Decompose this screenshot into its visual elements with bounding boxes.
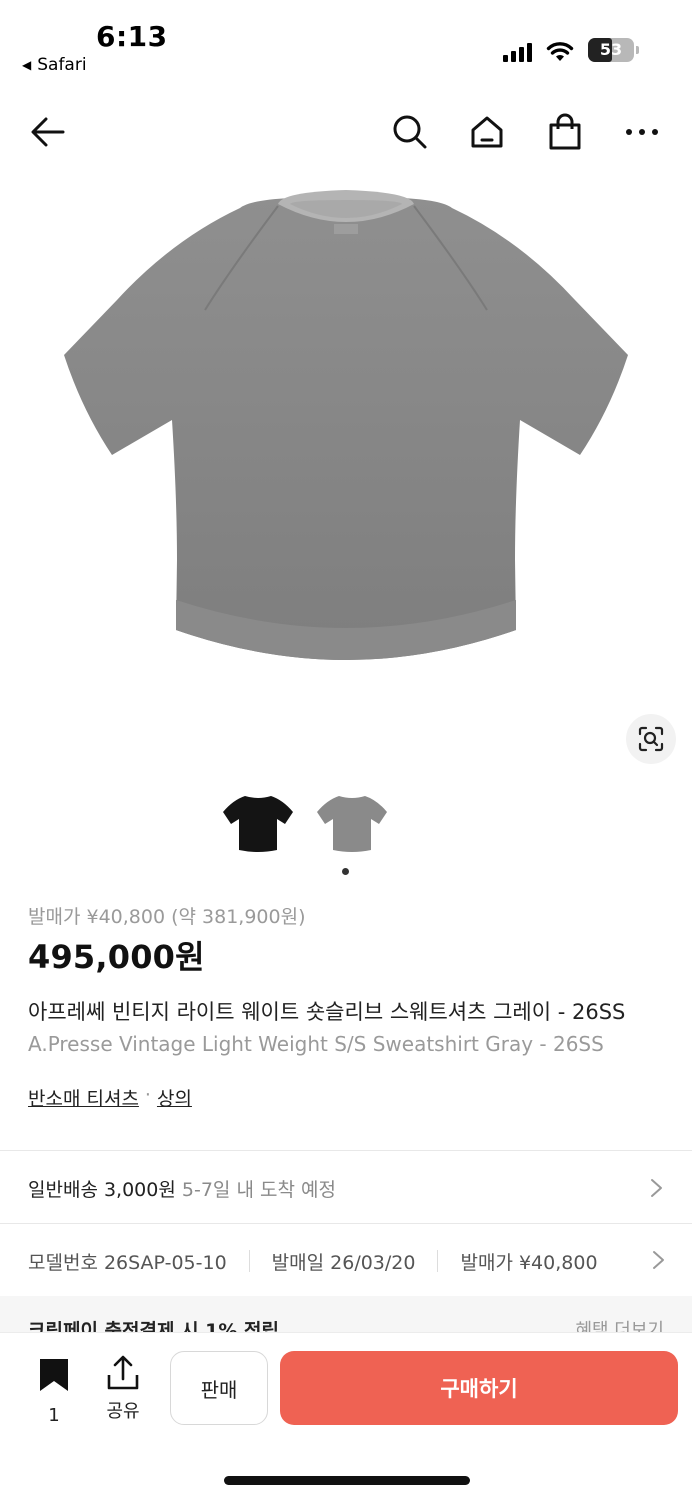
release-date: 발매일 26/03/20 (271, 1251, 416, 1274)
category-link-short-sleeve[interactable]: 반소매 티셔츠 (28, 1084, 139, 1111)
share-button[interactable]: 공유 (100, 1355, 146, 1423)
lens-icon (638, 726, 664, 752)
divider (0, 1223, 692, 1224)
divider (0, 1150, 692, 1151)
category-separator: · (144, 1084, 151, 1106)
buy-button[interactable]: 구매하기 (280, 1351, 678, 1425)
bookmark-button[interactable]: 1 (34, 1357, 74, 1426)
search-icon[interactable] (390, 112, 430, 152)
top-nav (0, 100, 692, 166)
sweatshirt-illustration (64, 190, 628, 660)
image-page-indicator (342, 868, 349, 875)
current-price: 495,000원 (28, 938, 205, 976)
spec-release-price: 발매가 ¥40,800 (460, 1251, 598, 1274)
status-icons: 53 (503, 38, 639, 62)
category-breadcrumb: 반소매 티셔츠 · 상의 (28, 1084, 192, 1111)
bottom-action-bar: 1 공유 판매 구매하기 (0, 1332, 692, 1500)
share-label: 공유 (106, 1401, 140, 1422)
back-to-safari[interactable]: ◀ Safari (22, 55, 87, 75)
back-app-label: Safari (37, 55, 87, 75)
status-bar: 6:13 ◀ Safari 53 (0, 0, 692, 88)
bookmark-icon (40, 1359, 68, 1391)
battery-icon: 53 (588, 38, 639, 62)
battery-level: 53 (599, 40, 623, 59)
shopping-bag-icon[interactable] (545, 112, 585, 152)
release-price: 발매가 ¥40,800 (약 381,900원) (28, 906, 306, 928)
black-sweatshirt-thumbnail[interactable] (218, 790, 298, 856)
sell-button[interactable]: 판매 (170, 1351, 268, 1425)
back-triangle-icon: ◀ (22, 58, 32, 72)
gray-sweatshirt-thumbnail[interactable] (312, 790, 392, 856)
product-title-korean: 아프레쎄 빈티지 라이트 웨이트 숏슬리브 스웨트셔츠 그레이 - 26SS (28, 1000, 626, 1024)
product-specs[interactable]: 모델번호 26SAP-05-10 발매일 26/03/20 발매가 ¥40,80… (28, 1246, 648, 1276)
more-icon[interactable] (622, 112, 662, 152)
wifi-icon (546, 42, 574, 61)
status-time: 6:13 (96, 20, 168, 53)
image-search-button[interactable] (626, 714, 676, 764)
chevron-right-icon[interactable] (648, 1250, 668, 1270)
share-icon (107, 1355, 139, 1390)
product-title-english: A.Presse Vintage Light Weight S/S Sweats… (28, 1032, 604, 1056)
chevron-right-icon (651, 1179, 662, 1197)
category-link-tops[interactable]: 상의 (157, 1084, 192, 1111)
product-image[interactable] (0, 170, 692, 780)
home-indicator (224, 1476, 470, 1485)
model-number: 모델번호 26SAP-05-10 (28, 1251, 227, 1274)
shipping-fee: 일반배송 3,000원 (28, 1179, 176, 1201)
bookmark-count: 1 (48, 1405, 60, 1426)
color-thumbnails (218, 790, 392, 856)
home-icon[interactable] (467, 112, 507, 152)
shipping-eta: 5-7일 내 도착 예정 (181, 1179, 336, 1201)
back-arrow-icon[interactable] (28, 112, 68, 152)
cellular-signal-icon (503, 42, 532, 62)
